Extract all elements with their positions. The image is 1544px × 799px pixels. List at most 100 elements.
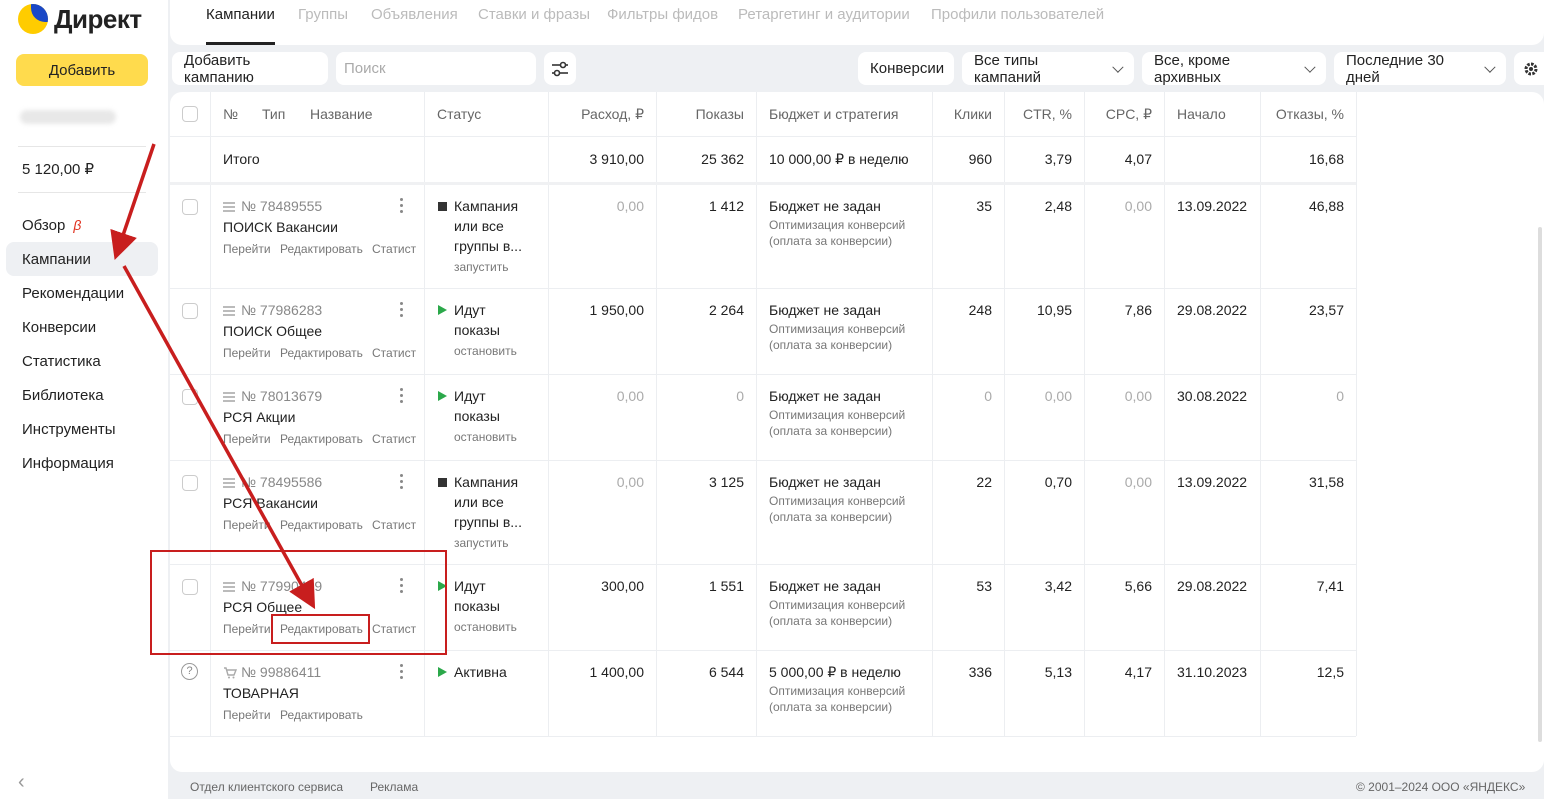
ctr: 5,13 xyxy=(1044,664,1072,680)
header-clicks[interactable]: Клики xyxy=(932,106,992,122)
header-spend[interactable]: Расход, ₽ xyxy=(548,106,644,123)
sidebar-item-info[interactable]: Информация xyxy=(6,446,158,480)
stats-link[interactable]: Статист xyxy=(372,242,416,256)
row-checkbox[interactable] xyxy=(182,389,198,405)
campaign-name[interactable]: РСЯ Вакансии xyxy=(223,495,318,511)
header-status[interactable]: Статус xyxy=(437,106,481,122)
row-checkbox[interactable] xyxy=(182,579,198,595)
play-icon xyxy=(438,581,447,591)
sidebar-item-conversions[interactable]: Конверсии xyxy=(6,310,158,344)
more-icon[interactable] xyxy=(400,388,404,404)
sidebar-item-overview[interactable]: Обзор β xyxy=(6,208,158,242)
stop-link[interactable]: остановить xyxy=(454,344,517,358)
balance[interactable]: 5 120,00 ₽ xyxy=(22,160,94,178)
stop-link[interactable]: остановить xyxy=(454,430,517,444)
gear-icon xyxy=(1524,62,1538,75)
campaign-number[interactable]: № 78489555 xyxy=(223,198,322,214)
help-icon[interactable]: ? xyxy=(181,663,198,680)
search-input[interactable] xyxy=(336,52,536,85)
period-value: Последние 30 дней xyxy=(1346,51,1444,86)
chevron-down-icon xyxy=(1304,60,1316,73)
collapse-sidebar-icon[interactable]: ‹ xyxy=(18,772,34,792)
strategy-payment: (оплата за конверсии) xyxy=(769,424,893,438)
period-select[interactable]: Последние 30 дней xyxy=(1334,51,1506,86)
campaign-name[interactable]: ПОИСК Вакансии xyxy=(223,219,338,235)
more-icon[interactable] xyxy=(400,664,404,680)
header-type[interactable]: Тип xyxy=(262,106,285,122)
header-no[interactable]: № xyxy=(223,106,238,122)
add-button[interactable]: Добавить xyxy=(16,54,148,86)
tab-bids[interactable]: Ставки и фразы xyxy=(478,6,590,23)
filter-settings-button[interactable] xyxy=(544,52,576,85)
more-icon[interactable] xyxy=(400,474,404,490)
campaign-number[interactable]: № 78013679 xyxy=(223,388,322,404)
add-campaign-button[interactable]: Добавить кампанию xyxy=(172,52,328,86)
edit-link[interactable]: Редактировать xyxy=(280,242,363,256)
vertical-scrollbar[interactable] xyxy=(1538,227,1542,742)
header-impressions[interactable]: Показы xyxy=(656,106,744,122)
edit-link[interactable]: Редактировать xyxy=(280,708,363,722)
campaign-name[interactable]: ПОИСК Общее xyxy=(223,323,322,339)
go-link[interactable]: Перейти xyxy=(223,432,271,446)
sidebar-item-tools[interactable]: Инструменты xyxy=(6,412,158,446)
go-link[interactable]: Перейти xyxy=(223,242,271,256)
cpc: 7,86 xyxy=(1124,302,1152,318)
campaign-number[interactable]: № 77990429 xyxy=(223,578,322,594)
campaign-name[interactable]: РСЯ Акции xyxy=(223,409,295,425)
go-link[interactable]: Перейти xyxy=(223,518,271,532)
more-icon[interactable] xyxy=(400,198,404,214)
campaign-number[interactable]: № 78495586 xyxy=(223,474,322,490)
logo[interactable]: Директ xyxy=(18,2,142,36)
row-checkbox[interactable] xyxy=(182,199,198,215)
more-icon[interactable] xyxy=(400,302,404,318)
edit-link[interactable]: Редактировать xyxy=(280,622,363,636)
settings-button[interactable] xyxy=(1514,52,1544,85)
edit-link[interactable]: Редактировать xyxy=(280,432,363,446)
sidebar-item-library[interactable]: Библиотека xyxy=(6,378,158,412)
tab-feed-filters[interactable]: Фильтры фидов xyxy=(607,6,718,23)
go-link[interactable]: Перейти xyxy=(223,622,271,636)
campaign-name[interactable]: ТОВАРНАЯ xyxy=(223,685,299,701)
sidebar-item-statistics[interactable]: Статистика xyxy=(6,344,158,378)
select-all-checkbox[interactable] xyxy=(182,106,198,122)
sidebar-item-campaigns[interactable]: Кампании xyxy=(6,242,158,276)
start-link[interactable]: запустить xyxy=(454,260,509,274)
status-line: Кампания xyxy=(454,198,519,214)
campaign-number[interactable]: № 99886411 xyxy=(223,664,321,680)
tab-retargeting[interactable]: Ретаргетинг и аудитории xyxy=(738,6,910,23)
campaign-number[interactable]: № 77986283 xyxy=(223,302,322,318)
header-start[interactable]: Начало xyxy=(1177,106,1226,122)
row-checkbox[interactable] xyxy=(182,475,198,491)
conversions-button[interactable]: Конверсии xyxy=(858,52,954,85)
strategy-payment: (оплата за конверсии) xyxy=(769,614,893,628)
stats-link[interactable]: Статист xyxy=(372,622,416,636)
total-bounce: 16,68 xyxy=(1308,151,1344,167)
header-ctr[interactable]: CTR, % xyxy=(1004,106,1072,122)
campaign-types-select[interactable]: Все типы кампаний xyxy=(962,52,1134,86)
go-link[interactable]: Перейти xyxy=(223,346,271,360)
row-checkbox[interactable] xyxy=(182,303,198,319)
footer-ads-link[interactable]: Реклама xyxy=(370,780,418,794)
header-name[interactable]: Название xyxy=(310,106,373,122)
tab-ads[interactable]: Объявления xyxy=(371,6,458,23)
tab-user-profiles[interactable]: Профили пользователей xyxy=(931,6,1104,23)
edit-link[interactable]: Редактировать xyxy=(280,518,363,532)
header-cpc[interactable]: CPC, ₽ xyxy=(1084,106,1152,123)
header-budget[interactable]: Бюджет и стратегия xyxy=(769,106,898,122)
go-link[interactable]: Перейти xyxy=(223,708,271,722)
archive-filter-select[interactable]: Все, кроме архивных xyxy=(1142,52,1326,86)
footer-service-link[interactable]: Отдел клиентского сервиса xyxy=(190,780,343,794)
stats-link[interactable]: Статист xyxy=(372,518,416,532)
more-icon[interactable] xyxy=(400,578,404,594)
sidebar-item-recommendations[interactable]: Рекомендации xyxy=(6,276,158,310)
account-name-blurred[interactable] xyxy=(20,110,116,124)
tab-groups[interactable]: Группы xyxy=(298,6,348,23)
stop-link[interactable]: остановить xyxy=(454,620,517,634)
stats-link[interactable]: Статист xyxy=(372,346,416,360)
header-bounce[interactable]: Отказы, % xyxy=(1260,106,1344,122)
stats-link[interactable]: Статист xyxy=(372,432,416,446)
edit-link[interactable]: Редактировать xyxy=(280,346,363,360)
start-link[interactable]: запустить xyxy=(454,536,509,550)
campaign-name[interactable]: РСЯ Общее xyxy=(223,599,302,615)
tab-campaigns[interactable]: Кампании xyxy=(206,6,275,23)
